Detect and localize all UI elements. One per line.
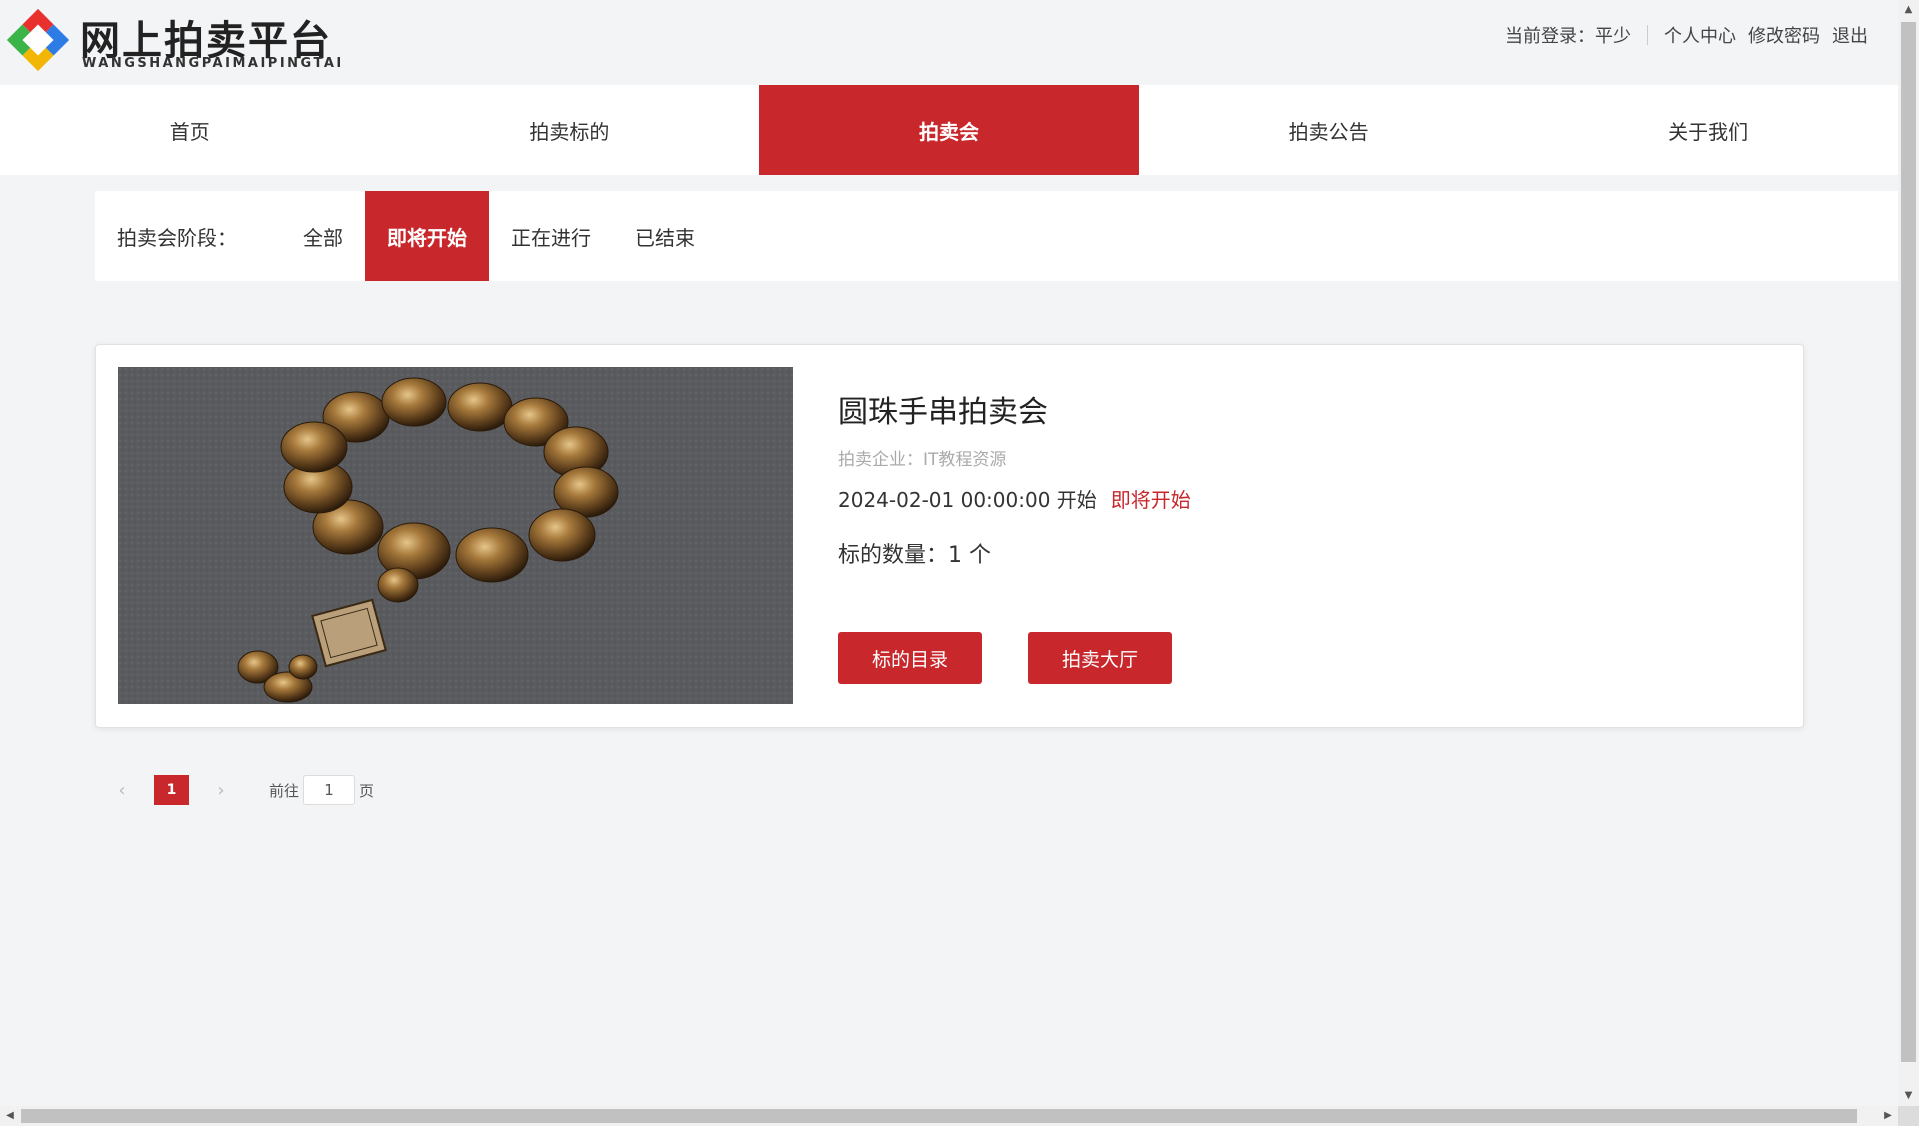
vertical-scroll-thumb[interactable] xyxy=(1901,22,1916,1062)
main-nav: 首页 拍卖标的 拍卖会 拍卖公告 关于我们 xyxy=(0,85,1898,175)
goto-label: 前往 xyxy=(269,781,300,800)
username: 平少 xyxy=(1595,26,1631,47)
logout-link[interactable]: 退出 xyxy=(1832,22,1868,48)
user-bar-divider xyxy=(1647,25,1648,45)
scroll-left-icon[interactable]: ◀ xyxy=(0,1106,20,1126)
stage-tab-all[interactable]: 全部 xyxy=(281,191,365,281)
vertical-scrollbar[interactable]: ▲ ▼ xyxy=(1898,0,1919,1106)
auction-image[interactable] xyxy=(118,367,793,704)
auction-title[interactable]: 圆珠手串拍卖会 xyxy=(838,387,1191,431)
browser-viewport: 网上拍卖平台 WANGSHANGPAIMAIPINGTAI 当前登录： 平少 个… xyxy=(0,0,1898,1106)
scrollbar-corner xyxy=(1898,1106,1919,1126)
page-suffix: 页 xyxy=(359,781,375,800)
page-jump-input[interactable] xyxy=(303,775,356,805)
personal-center-link[interactable]: 个人中心 xyxy=(1664,22,1736,48)
horizontal-scroll-thumb[interactable] xyxy=(21,1109,1857,1123)
stage-tab-upcoming[interactable]: 即将开始 xyxy=(365,191,489,281)
scroll-right-icon[interactable]: ▶ xyxy=(1878,1106,1898,1126)
logo-subtitle: WANGSHANGPAIMAIPINGTAI xyxy=(82,56,344,71)
auction-item-count: 标的数量：1 个 xyxy=(838,543,991,568)
page-jumper: 前往 页 xyxy=(269,775,374,805)
auction-info: 圆珠手串拍卖会 拍卖企业：IT教程资源 2024-02-01 00:00:00 … xyxy=(838,387,1191,569)
auction-hall-button[interactable]: 拍卖大厅 xyxy=(1028,632,1172,684)
scroll-up-icon[interactable]: ▲ xyxy=(1898,0,1919,20)
nav-item-auction-items[interactable]: 拍卖标的 xyxy=(380,85,760,175)
change-password-link[interactable]: 修改密码 xyxy=(1748,22,1820,48)
auction-company: 拍卖企业：IT教程资源 xyxy=(838,450,1007,470)
stage-tab-ongoing[interactable]: 正在进行 xyxy=(489,191,613,281)
current-login-label: 当前登录： xyxy=(1505,26,1595,47)
prev-page-icon[interactable]: ‹ xyxy=(112,775,132,805)
bracelet-image-icon xyxy=(118,367,793,704)
nav-item-announcements[interactable]: 拍卖公告 xyxy=(1139,85,1519,175)
stage-tab-ended[interactable]: 已结束 xyxy=(613,191,717,281)
auction-status: 即将开始 xyxy=(1110,488,1191,512)
nav-item-about[interactable]: 关于我们 xyxy=(1518,85,1898,175)
nav-item-auctions[interactable]: 拍卖会 xyxy=(759,85,1139,175)
page-number-current[interactable]: 1 xyxy=(154,775,189,805)
user-bar: 当前登录： 平少 个人中心 修改密码 退出 xyxy=(1505,22,1868,48)
site-header: 网上拍卖平台 WANGSHANGPAIMAIPINGTAI 当前登录： 平少 个… xyxy=(0,0,1898,85)
stage-label: 拍卖会阶段： xyxy=(117,225,237,250)
horizontal-scrollbar[interactable]: ◀ ▶ xyxy=(0,1106,1898,1126)
site-logo[interactable]: 网上拍卖平台 WANGSHANGPAIMAIPINGTAI xyxy=(4,6,341,76)
logo-diamond-icon xyxy=(6,8,70,72)
catalog-button[interactable]: 标的目录 xyxy=(838,632,982,684)
auction-time: 2024-02-01 00:00:00 开始 即将开始 xyxy=(838,484,1191,513)
auction-start-time: 2024-02-01 00:00:00 开始 xyxy=(838,488,1097,512)
next-page-icon[interactable]: › xyxy=(211,775,231,805)
nav-item-home[interactable]: 首页 xyxy=(0,85,380,175)
auction-actions: 标的目录 拍卖大厅 xyxy=(838,632,1218,684)
stage-filter-bar: 拍卖会阶段： 全部 即将开始 正在进行 已结束 xyxy=(95,191,1898,281)
pagination: ‹ 1 › 前往 页 xyxy=(112,775,374,805)
scroll-down-icon[interactable]: ▼ xyxy=(1898,1086,1919,1106)
auction-card: 圆珠手串拍卖会 拍卖企业：IT教程资源 2024-02-01 00:00:00 … xyxy=(95,344,1804,728)
